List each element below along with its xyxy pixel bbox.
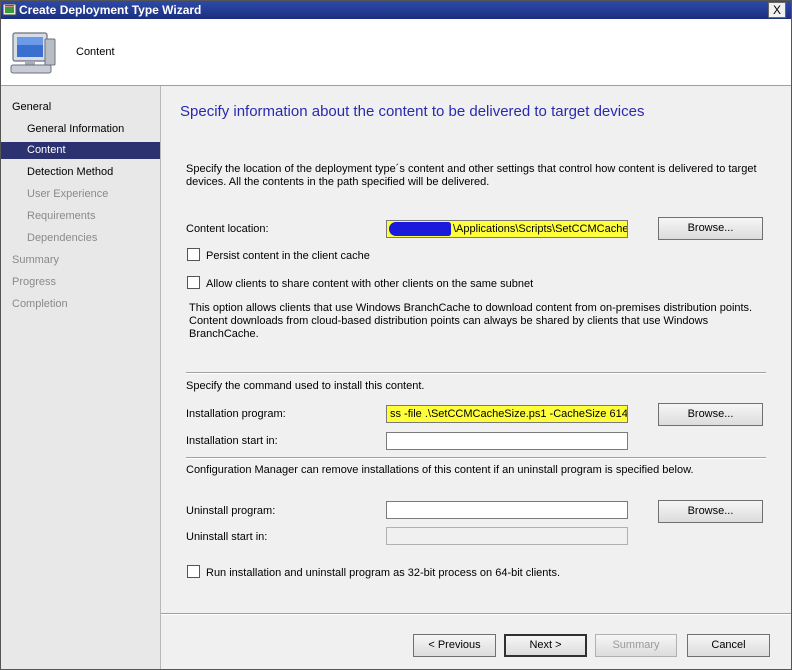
- step-content: Content: [1, 142, 160, 159]
- wizard-header: Content: [1, 19, 791, 86]
- uninstall-start-in-input: [386, 527, 628, 545]
- window-title: Create Deployment Type Wizard: [19, 3, 202, 17]
- wizard-app-icon: [3, 3, 17, 16]
- footer-divider: [161, 613, 791, 615]
- divider-uninstall: [186, 457, 766, 459]
- intro-text-line2: devices. All the contents in the path sp…: [186, 176, 490, 188]
- step-user-experience: User Experience: [27, 188, 109, 200]
- computer-icon: [10, 32, 56, 74]
- persist-content-label: Persist content in the client cache: [206, 250, 370, 262]
- command-intro-text: Specify the command used to install this…: [186, 380, 425, 392]
- redaction-mark: [389, 222, 451, 236]
- branchcache-text-line2: Content downloads from cloud-based distr…: [189, 315, 709, 327]
- content-location-label: Content location:: [186, 223, 269, 235]
- summary-button: Summary: [595, 634, 677, 657]
- installation-program-browse-button[interactable]: Browse...: [658, 403, 763, 426]
- content-location-value: \Applications\Scripts\SetCCMCache: [453, 223, 628, 235]
- previous-button[interactable]: < Previous: [413, 634, 496, 657]
- next-button[interactable]: Next >: [504, 634, 587, 657]
- intro-text-line1: Specify the location of the deployment t…: [186, 163, 757, 175]
- step-requirements: Requirements: [27, 210, 96, 222]
- run-32bit-checkbox[interactable]: [187, 565, 200, 578]
- share-content-label: Allow clients to share content with othe…: [206, 278, 534, 290]
- cancel-button[interactable]: Cancel: [687, 634, 770, 657]
- wizard-steps-sidebar: General General Information Content Dete…: [1, 86, 161, 669]
- step-progress: Progress: [12, 276, 57, 288]
- step-dependencies: Dependencies: [27, 232, 98, 244]
- close-button[interactable]: X: [768, 2, 786, 18]
- uninstall-program-label: Uninstall program:: [186, 505, 276, 517]
- share-content-checkbox[interactable]: [187, 276, 200, 289]
- uninstall-start-in-label: Uninstall start in:: [186, 531, 268, 543]
- step-detection-method: Detection Method: [27, 166, 114, 178]
- divider-install: [186, 372, 766, 374]
- uninstall-intro-text: Configuration Manager can remove install…: [186, 464, 694, 476]
- branchcache-text-line3: BranchCache.: [189, 328, 259, 340]
- branchcache-text-line1: This option allows clients that use Wind…: [189, 302, 753, 314]
- content-location-browse-button[interactable]: Browse...: [658, 217, 763, 240]
- content-location-input[interactable]: \Applications\Scripts\SetCCMCache: [386, 220, 628, 238]
- installation-program-label: Installation program:: [186, 408, 286, 420]
- uninstall-program-input[interactable]: [386, 501, 628, 519]
- installation-start-in-input[interactable]: [386, 432, 628, 450]
- step-general: General: [12, 101, 52, 113]
- content-heading: Specify information about the content to…: [180, 103, 645, 120]
- page-title: Content: [76, 46, 115, 58]
- step-completion: Completion: [12, 298, 68, 310]
- installation-program-input[interactable]: ss -file .\SetCCMCacheSize.ps1 -CacheSiz…: [386, 405, 628, 423]
- uninstall-program-browse-button[interactable]: Browse...: [658, 500, 763, 523]
- step-summary: Summary: [12, 254, 60, 266]
- installation-start-in-label: Installation start in:: [186, 435, 278, 447]
- step-general-information: General Information: [27, 123, 125, 135]
- title-bar: Create Deployment Type Wizard X: [1, 1, 791, 19]
- wizard-content-panel: Specify information about the content to…: [161, 86, 791, 669]
- run-32bit-label: Run installation and uninstall program a…: [206, 567, 561, 579]
- wizard-window: Create Deployment Type Wizard X Content …: [0, 0, 792, 670]
- persist-content-checkbox[interactable]: [187, 248, 200, 261]
